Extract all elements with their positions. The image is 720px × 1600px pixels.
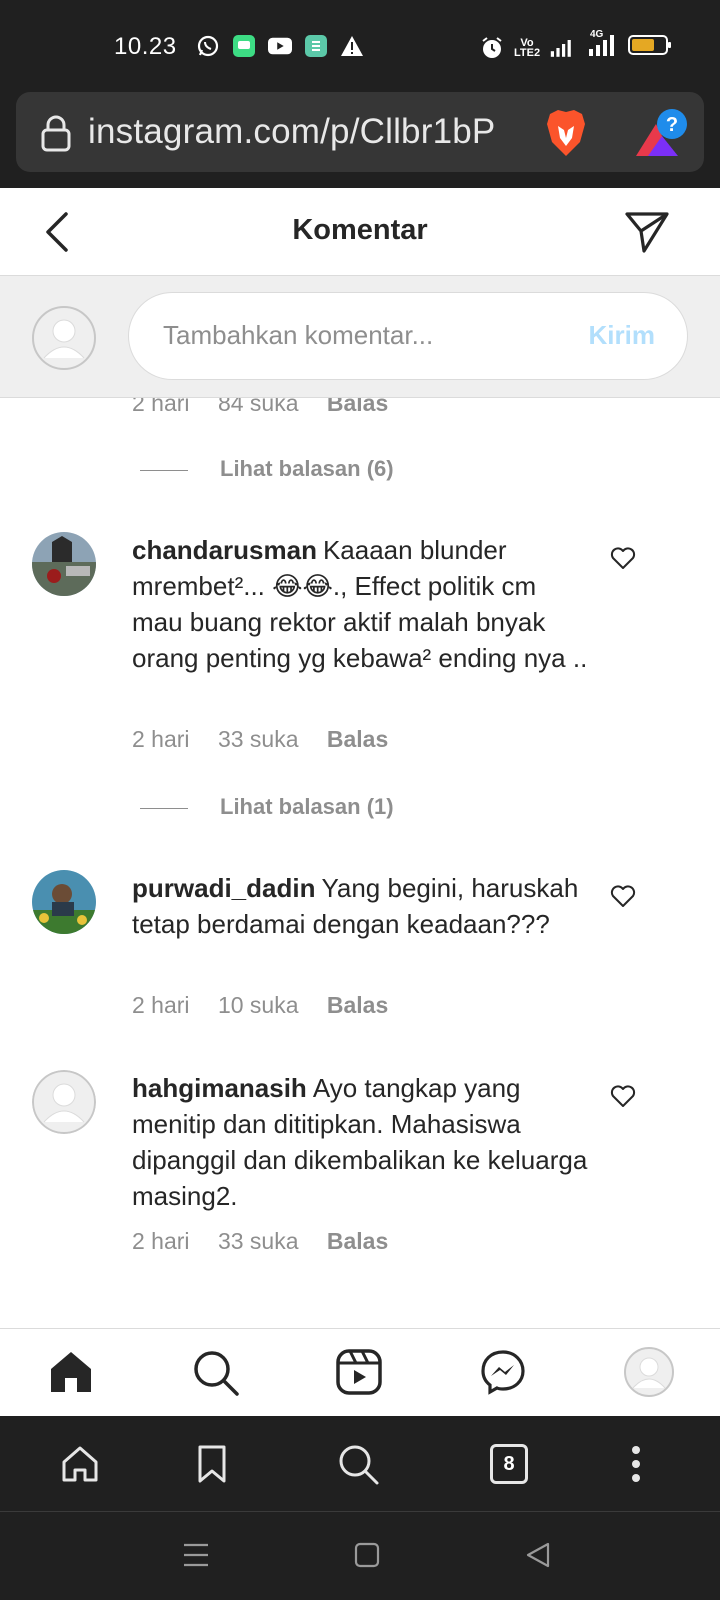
comment-input-placeholder: Tambahkan komentar... xyxy=(163,320,434,350)
android-nav-bar xyxy=(0,1512,720,1600)
browser-address-area: instagram.com/p/Cllbr1bP ? xyxy=(0,92,720,188)
comment-meta: 2 hari 33 suka Balas xyxy=(132,726,410,753)
url-text[interactable]: instagram.com/p/Cllbr1bP xyxy=(88,112,495,152)
view-replies-button[interactable]: Lihat balasan (1) xyxy=(140,794,394,820)
add-comment-bar: Tambahkan komentar... Kirim xyxy=(0,276,720,398)
svg-text:?: ? xyxy=(666,114,678,136)
comment-username[interactable]: hahgimanasih xyxy=(132,1073,307,1103)
recent-apps-icon[interactable] xyxy=(182,1542,210,1573)
avatar[interactable] xyxy=(32,870,96,934)
comment-likes[interactable]: 33 suka xyxy=(218,1228,299,1254)
comment-meta: 2 hari 33 suka Balas xyxy=(132,1228,410,1255)
comment-username[interactable]: purwadi_dadin xyxy=(132,873,315,903)
view-replies-label: Lihat balasan (1) xyxy=(220,794,394,819)
reply-button[interactable]: Balas xyxy=(327,398,388,416)
lock-icon[interactable] xyxy=(40,114,72,157)
comment-username[interactable]: chandarusman xyxy=(132,535,317,565)
browser-search-icon[interactable] xyxy=(338,1444,380,1491)
instagram-bottom-nav xyxy=(0,1328,720,1416)
comment-time: 2 hari xyxy=(132,398,190,416)
current-user-avatar xyxy=(32,306,96,370)
comment-likes[interactable]: 10 suka xyxy=(218,992,299,1018)
alarm-icon xyxy=(480,36,504,60)
divider-line xyxy=(140,469,188,471)
chat-app-icon xyxy=(232,34,256,58)
back-triangle-icon[interactable] xyxy=(524,1542,552,1573)
comment-meta: 2 hari 84 suka Balas xyxy=(132,398,410,417)
tab-switcher-button[interactable]: 8 xyxy=(490,1444,528,1484)
divider-line xyxy=(140,807,188,809)
like-heart-icon[interactable] xyxy=(610,546,636,575)
signal-icon xyxy=(550,36,574,60)
profile-avatar[interactable] xyxy=(624,1347,674,1402)
messenger-icon[interactable] xyxy=(480,1349,526,1400)
comment-time: 2 hari xyxy=(132,1228,190,1254)
post-comment-button[interactable]: Kirim xyxy=(589,320,655,351)
comments-header: Komentar xyxy=(0,188,720,276)
home-icon[interactable] xyxy=(48,1349,94,1400)
notification-icons xyxy=(196,34,364,58)
like-heart-icon[interactable] xyxy=(610,1084,636,1113)
like-heart-icon[interactable] xyxy=(610,884,636,913)
home-square-icon[interactable] xyxy=(354,1542,380,1573)
avatar[interactable] xyxy=(32,1070,96,1134)
reply-button[interactable]: Balas xyxy=(327,1228,388,1254)
warning-icon xyxy=(340,34,364,58)
more-menu-icon[interactable] xyxy=(630,1444,642,1489)
reply-button[interactable]: Balas xyxy=(327,992,388,1018)
calculator-icon xyxy=(304,34,328,58)
comment-time: 2 hari xyxy=(132,726,190,752)
view-replies-label: Lihat balasan (6) xyxy=(220,456,394,481)
reply-button[interactable]: Balas xyxy=(327,726,388,752)
status-time: 10.23 xyxy=(114,33,177,60)
brave-shields-icon[interactable] xyxy=(544,108,588,163)
avatar[interactable] xyxy=(32,532,96,596)
comment-text: hahgimanasih Ayo tangkap yang menitip dan… xyxy=(132,1070,592,1214)
system-icons: Vo LTE2 4G xyxy=(480,30,672,61)
comment-meta: 2 hari 10 suka Balas xyxy=(132,992,410,1019)
view-replies-button[interactable]: Lihat balasan (6) xyxy=(140,456,394,482)
comments-list: 2 hari 84 suka Balas Lihat balasan (6) c… xyxy=(0,398,720,1328)
browser-home-icon[interactable] xyxy=(60,1444,100,1489)
whatsapp-icon xyxy=(196,34,220,58)
comment-text: purwadi_dadin Yang begini, haruskah tetap… xyxy=(132,870,592,942)
comment-likes[interactable]: 33 suka xyxy=(218,726,299,752)
battery-icon xyxy=(628,34,672,61)
comment-likes[interactable]: 84 suka xyxy=(218,398,299,416)
comment-input[interactable]: Tambahkan komentar... Kirim xyxy=(128,292,688,380)
youtube-icon xyxy=(268,34,292,58)
address-bar[interactable]: instagram.com/p/Cllbr1bP ? xyxy=(16,92,704,172)
search-icon[interactable] xyxy=(192,1349,240,1402)
signal-4g-icon: 4G xyxy=(584,30,618,61)
browser-toolbar: 8 xyxy=(0,1416,720,1512)
volte-indicator: Vo LTE2 xyxy=(514,36,541,59)
extension-icon[interactable]: ? xyxy=(632,106,688,165)
direct-send-icon[interactable] xyxy=(624,210,670,259)
reels-icon[interactable] xyxy=(336,1349,382,1400)
bookmark-icon[interactable] xyxy=(196,1444,228,1489)
comment-time: 2 hari xyxy=(132,992,190,1018)
comment-text: chandarusman Kaaaan blunder mrembet²... 😂… xyxy=(132,532,592,676)
page-title: Komentar xyxy=(292,214,428,246)
status-bar: 10.23 Vo LTE2 4G xyxy=(0,0,720,92)
